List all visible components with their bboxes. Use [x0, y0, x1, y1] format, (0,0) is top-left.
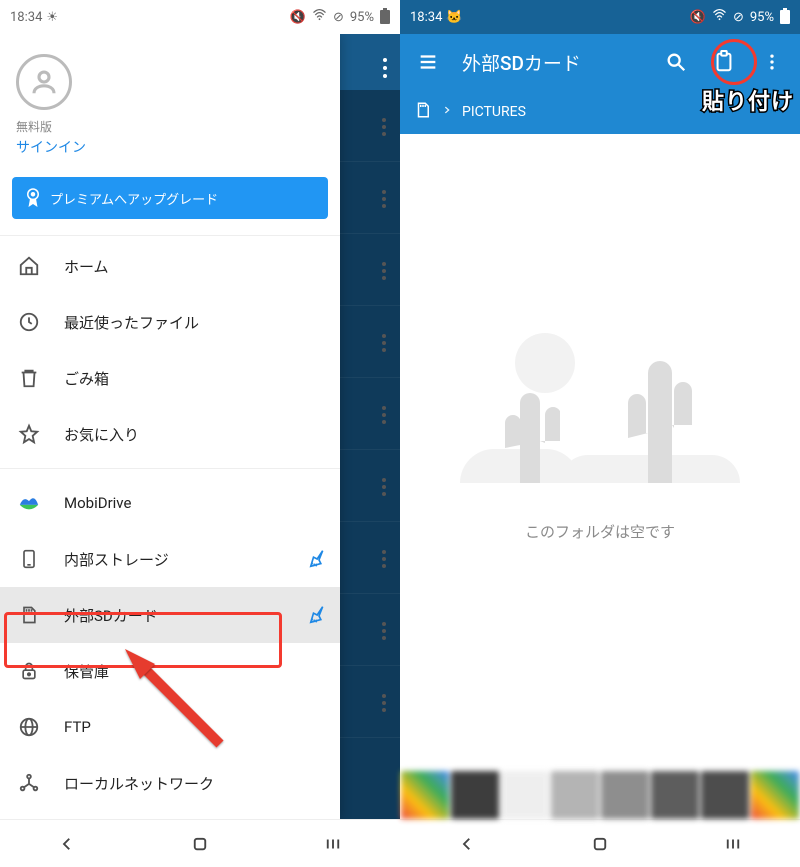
status-bar: 18:34☀ 🔇 ⊘ 95%: [0, 0, 400, 34]
menu-trash[interactable]: ごみ箱: [0, 350, 340, 406]
premium-label: プレミアムへアップグレード: [50, 189, 218, 208]
system-nav-bar: [0, 819, 400, 867]
storage-external-sd[interactable]: 外部SDカード: [0, 587, 340, 643]
clean-icon[interactable]: [308, 604, 330, 626]
nav-back[interactable]: [27, 824, 107, 864]
storage-vault[interactable]: 保管庫: [0, 643, 340, 699]
clipboard-paste-button[interactable]: [704, 42, 744, 82]
nav-recents[interactable]: [293, 824, 373, 864]
premium-upgrade-button[interactable]: プレミアムへアップグレード: [12, 177, 328, 219]
wifi-icon: [312, 9, 327, 25]
clean-icon[interactable]: [308, 548, 330, 570]
battery-icon: [780, 10, 790, 24]
sd-card-icon: [18, 604, 40, 626]
phone-right: 18:34🐱 🔇 ⊘ 95% 外部SDカード PICTURES: [400, 0, 800, 867]
nodata-icon: ⊘: [333, 10, 344, 25]
nav-drawer: 無料版 サインイン プレミアムへアップグレード ホーム 最近使ったファイル: [0, 34, 340, 819]
recent-apps-strip: [400, 771, 800, 819]
battery-pct: 95%: [750, 10, 774, 25]
battery-icon: [380, 10, 390, 24]
folder-content-area: このフォルダは空です: [400, 134, 800, 771]
mute-icon: 🔇: [290, 10, 306, 25]
ribbon-icon: [24, 187, 42, 209]
signin-link[interactable]: サインイン: [16, 137, 324, 157]
storage-mobidrive[interactable]: MobiDrive: [0, 475, 340, 531]
phone-icon: [18, 548, 40, 570]
nodata-icon: ⊘: [733, 10, 744, 25]
avatar[interactable]: [16, 54, 72, 110]
drawer-menu: ホーム 最近使ったファイル ごみ箱 お気に入り: [0, 238, 340, 819]
breadcrumb-folder: PICTURES: [462, 104, 526, 120]
menu-recent[interactable]: 最近使ったファイル: [0, 294, 340, 350]
empty-folder-text: このフォルダは空です: [525, 521, 675, 542]
status-time: 18:34: [410, 10, 442, 25]
app-bar: 外部SDカード PICTURES: [400, 34, 800, 134]
obscured-list: [340, 90, 400, 819]
trash-icon: [18, 367, 40, 389]
wifi-icon: [712, 9, 727, 25]
breadcrumb-bar[interactable]: PICTURES: [400, 90, 800, 134]
sd-card-icon: [414, 100, 432, 124]
empty-state-illustration: [470, 323, 730, 503]
nav-home[interactable]: [160, 824, 240, 864]
star-icon: [18, 423, 40, 445]
status-time: 18:34: [10, 10, 42, 25]
nav-home[interactable]: [560, 824, 640, 864]
network-icon: [18, 772, 40, 794]
overflow-menu-button[interactable]: [752, 42, 792, 82]
status-bar: 18:34🐱 🔇 ⊘ 95%: [400, 0, 800, 34]
battery-pct: 95%: [350, 10, 374, 25]
mobidrive-icon: [18, 492, 40, 514]
menu-home[interactable]: ホーム: [0, 238, 340, 294]
search-button[interactable]: [656, 42, 696, 82]
menu-favorites[interactable]: お気に入り: [0, 406, 340, 462]
mute-icon: 🔇: [690, 10, 706, 25]
storage-local-network[interactable]: ローカルネットワーク: [0, 755, 340, 811]
plan-label: 無料版: [16, 118, 324, 135]
chevron-right-icon: [442, 104, 452, 120]
hamburger-menu-button[interactable]: [408, 42, 448, 82]
globe-icon: [18, 716, 40, 738]
storage-internal[interactable]: 内部ストレージ: [0, 531, 340, 587]
system-nav-bar: [400, 819, 800, 867]
app-bar-title: 外部SDカード: [456, 49, 648, 76]
nav-recents[interactable]: [693, 824, 773, 864]
nav-back[interactable]: [427, 824, 507, 864]
home-icon: [18, 255, 40, 277]
lock-icon: [18, 660, 40, 682]
storage-ftp[interactable]: FTP: [0, 699, 340, 755]
clock-icon: [18, 311, 40, 333]
phone-left: 18:34☀ 🔇 ⊘ 95%: [0, 0, 400, 867]
